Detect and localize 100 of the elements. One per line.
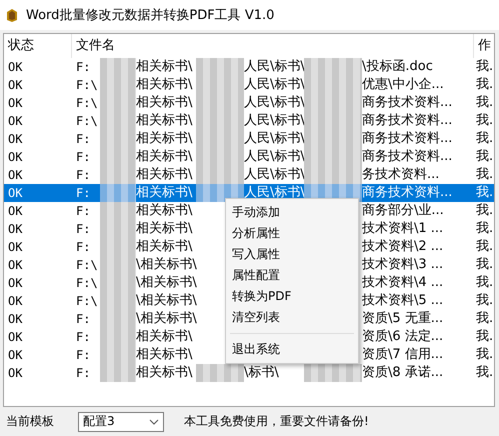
table-cell-text: F: [76, 167, 92, 184]
menu-item[interactable]: 写入属性 [226, 244, 358, 265]
blurred-text [100, 364, 136, 382]
table-cell-text: 我. [475, 274, 494, 292]
table-cell-text: OK [7, 221, 24, 238]
table-cell-text: 我. [475, 76, 494, 94]
table-cell-text: \投标函.doc [362, 58, 434, 76]
blurred-text [196, 184, 244, 202]
table-cell-text: F: [76, 221, 92, 238]
table-cell-text: 我. [475, 58, 494, 76]
table-cell-text: F:\ [76, 257, 99, 274]
blurred-text [196, 166, 244, 184]
blurred-text [304, 364, 362, 382]
table-cell-text: F: [76, 185, 92, 202]
table-cell-text: 务技术资料... [362, 166, 440, 184]
table-cell-text: 我. [475, 310, 494, 328]
table-cell-text: F: [76, 149, 92, 166]
table-cell-text: 我. [475, 112, 494, 130]
table-cell-text: 商务技术资料... [362, 130, 454, 148]
table-cell-text: 商务部分\业... [362, 202, 445, 220]
table-cell-text: F: [76, 239, 92, 256]
table-cell-text: 优惠\中小企... [362, 76, 445, 94]
table-cell-text: 我. [475, 238, 494, 256]
table-cell-text: OK [7, 77, 24, 94]
table-cell-text: OK [7, 239, 24, 256]
blurred-text [304, 58, 362, 76]
app-icon [4, 7, 20, 23]
table-cell-text: OK [7, 185, 24, 202]
table-cell-text: OK [7, 149, 24, 166]
table-cell-text: 我. [475, 130, 494, 148]
table-cell-text: 我. [475, 94, 494, 112]
table-cell-text: 相关标书\ [136, 130, 194, 148]
table-cell-text: \标书\ [244, 364, 280, 382]
table-cell-text: 资质\6 法定... [362, 328, 444, 346]
table-cell-text: 技术资料\5 ... [362, 292, 444, 310]
table-cell-text: 相关标书\ [136, 346, 194, 364]
table-cell-text: OK [7, 131, 24, 148]
table-cell-text: OK [7, 329, 24, 346]
table-cell-text: OK [7, 203, 24, 220]
column-header[interactable]: 状态 [4, 34, 72, 58]
menu-item[interactable]: 属性配置 [226, 265, 358, 286]
table-cell-text: OK [7, 167, 24, 184]
table-cell-text: F:\ [76, 113, 99, 130]
table-cell-text: F: [76, 59, 92, 76]
menu-item[interactable]: 转换为PDF [226, 286, 358, 307]
table-cell-text: 资质\5 无重... [362, 310, 444, 328]
table-cell-text: 相关标书\ [136, 76, 194, 94]
table-cell-text: 我. [475, 202, 494, 220]
menu-item[interactable]: 分析属性 [226, 223, 358, 244]
table-cell-text: 相关标书\ [136, 148, 194, 166]
table-cell-text: F:\ [76, 275, 99, 292]
table-cell-text: 我. [475, 292, 494, 310]
table-cell-text: 技术资料\1 ... [362, 220, 444, 238]
menu-item[interactable]: 手动添加 [226, 202, 358, 223]
blurred-text [196, 364, 244, 382]
table-cell-text: 相关标书\ [136, 112, 194, 130]
table-cell-text: 我. [475, 256, 494, 274]
template-dropdown[interactable]: 配置3 [78, 412, 164, 432]
menu-item[interactable]: 清空列表 [226, 307, 358, 328]
table-cell-text: F: [76, 329, 92, 346]
table-cell-text: 相关标书\ [136, 94, 194, 112]
table-cell: \相关标书\ [136, 274, 196, 292]
table-cell-text: 商务技术资料... [362, 184, 454, 202]
blurred-text [100, 166, 136, 184]
column-header[interactable]: 作 [474, 34, 491, 58]
table-cell-text: 技术资料\4 ... [362, 274, 444, 292]
table-cell: \相关标书\ [136, 292, 196, 310]
blurred-text [196, 58, 244, 76]
blurred-text [304, 166, 362, 184]
table-cell-text: OK [7, 59, 24, 76]
table-cell-text: 我. [475, 148, 494, 166]
menu-item[interactable]: 退出系统 [226, 339, 358, 360]
table-cell-text: F:\ [76, 95, 99, 112]
table-cell-text: 我. [475, 346, 494, 364]
table-cell-text: 资质\7 信用... [362, 346, 444, 364]
table-cell-text: 商务技术资料... [362, 148, 454, 166]
table-cell-text: 技术资料\2 ... [362, 238, 444, 256]
table-cell-text: F: [76, 365, 92, 382]
table-cell-text: OK [7, 95, 24, 112]
table-cell-text: 商务技术资料... [362, 94, 454, 112]
table-cell-text: 我. [475, 328, 494, 346]
table-cell-text: 技术资料\3 ... [362, 256, 444, 274]
table-cell-text: 相关标书\ [136, 364, 194, 382]
table-cell: \相关标书\ [136, 310, 196, 328]
table-cell-text: 相关标书\ [136, 238, 194, 256]
table-cell-text: F: [76, 203, 92, 220]
table-cell-text: F:\ [76, 293, 99, 310]
table-cell-text: OK [7, 275, 24, 292]
table-cell-text: F: [76, 131, 92, 148]
table-cell-text: 商务技术资料... [362, 112, 454, 130]
table-cell-text: OK [7, 347, 24, 364]
table-cell-text: 相关标书\ [136, 184, 194, 202]
table-cell-text: 我. [475, 184, 494, 202]
table-cell-text: 相关标书\ [136, 202, 194, 220]
table-cell-text: 相关标书\ [136, 328, 194, 346]
table-cell-text: OK [7, 311, 24, 328]
blurred-text [100, 184, 136, 202]
blurred-text [100, 58, 136, 76]
template-label: 当前模板 [6, 413, 55, 430]
table-cell-text: 我. [475, 166, 494, 184]
